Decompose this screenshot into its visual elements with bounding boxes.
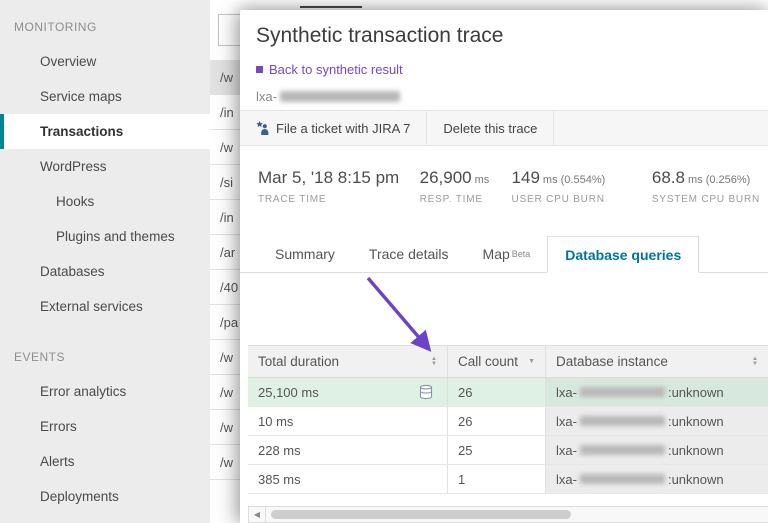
column-header-label: Total duration (258, 354, 339, 369)
stat-label: USER CPU BURN (512, 194, 652, 205)
stats-row: Mar 5, '18 8:15 pm TRACE TIME 26,900ms R… (258, 168, 760, 205)
column-header-label: Database instance (556, 354, 668, 369)
sidebar-item-databases[interactable]: Databases (0, 254, 210, 289)
sidebar-section-monitoring: MONITORING (0, 12, 210, 44)
page-title: Synthetic transaction trace (256, 24, 503, 48)
instance-suffix: :unknown (668, 443, 724, 458)
sidebar-item-plugins-and-themes[interactable]: Plugins and themes (0, 219, 210, 254)
sidebar: MONITORING Overview Service maps Transac… (0, 0, 210, 523)
delete-trace-label: Delete this trace (443, 121, 537, 136)
scrollbar-thumb[interactable] (271, 510, 571, 519)
redacted-text (580, 387, 665, 397)
sidebar-item-transactions[interactable]: Transactions (0, 114, 210, 149)
trace-name-prefix: lxa- (256, 89, 277, 104)
instance-prefix: lxa- (556, 385, 577, 400)
column-header-total-duration[interactable]: Total duration ▲▼ (248, 346, 447, 377)
cell-database-instance: lxa- :unknown (545, 378, 768, 406)
app-screen: /w /in /w /si /in /ar /40 /pa /w /w /w /… (0, 0, 768, 523)
cell-total-duration: 25,100 ms (248, 378, 447, 406)
back-link-label: Back to synthetic result (269, 62, 403, 77)
delete-trace-button[interactable]: Delete this trace (427, 111, 554, 145)
sidebar-item-error-analytics[interactable]: Error analytics (0, 374, 210, 409)
redacted-text (580, 416, 665, 426)
sidebar-section-events: EVENTS (0, 342, 210, 374)
column-header-database-instance[interactable]: Database instance ▲▼ (545, 346, 768, 377)
stat-suffix: ms (475, 174, 490, 186)
stat-trace-time: Mar 5, '18 8:15 pm TRACE TIME (258, 168, 420, 205)
sort-icon[interactable]: ▲▼ (752, 357, 758, 367)
back-link[interactable]: Back to synthetic result (256, 62, 403, 77)
stat-label: SYSTEM CPU BURN (652, 194, 760, 205)
stat-value: 149 (512, 168, 540, 187)
sidebar-item-service-maps[interactable]: Service maps (0, 79, 210, 114)
sidebar-item-overview[interactable]: Overview (0, 44, 210, 79)
sort-icon[interactable]: ▼ (528, 358, 535, 365)
cell-call-count: 1 (447, 465, 545, 493)
redacted-text (580, 445, 665, 455)
cell-total-duration: 228 ms (248, 436, 447, 464)
tabs: Summary Trace details Map Beta Database … (240, 236, 768, 273)
stat-value: Mar 5, '18 8:15 pm (258, 168, 399, 187)
column-header-label: Call count (458, 354, 518, 369)
table-header-row: Total duration ▲▼ Call count ▼ Database … (248, 346, 768, 378)
tab-database-queries[interactable]: Database queries (547, 236, 699, 273)
tab-trace-details[interactable]: Trace details (352, 236, 466, 272)
cell-call-count: 25 (447, 436, 545, 464)
redacted-text (280, 91, 400, 102)
table-row[interactable]: 228 ms 25 lxa- :unknown (248, 436, 768, 465)
stat-suffix: ms (0.256%) (688, 174, 750, 186)
action-bar: File a ticket with JIRA 7 Delete this tr… (240, 110, 768, 146)
sidebar-item-deployments[interactable]: Deployments (0, 479, 210, 514)
instance-prefix: lxa- (556, 443, 577, 458)
synthetic-trace-modal: Synthetic transaction trace Back to synt… (240, 10, 768, 523)
tab-map-beta-badge: Beta (512, 249, 531, 259)
back-icon (256, 66, 263, 73)
instance-suffix: :unknown (668, 385, 724, 400)
stat-resp-time: 26,900ms RESP. TIME (420, 168, 512, 205)
database-icon[interactable] (419, 384, 433, 400)
sort-icon[interactable]: ▲▼ (431, 357, 437, 367)
instance-prefix: lxa- (556, 472, 577, 487)
jira-icon (256, 121, 269, 135)
table-row[interactable]: 25,100 ms 26 lxa- :unknown (248, 378, 768, 407)
trace-name: lxa- (256, 89, 403, 104)
cell-database-instance: lxa- :unknown (545, 407, 768, 435)
table-row[interactable]: 385 ms 1 lxa- :unknown (248, 465, 768, 494)
cell-call-count: 26 (447, 378, 545, 406)
tab-map[interactable]: Map Beta (466, 236, 548, 272)
cell-total-duration: 385 ms (248, 465, 447, 493)
file-ticket-button[interactable]: File a ticket with JIRA 7 (240, 111, 427, 145)
database-queries-table: Total duration ▲▼ Call count ▼ Database … (248, 345, 768, 494)
cell-total-duration: 10 ms (248, 407, 447, 435)
sidebar-item-hooks[interactable]: Hooks (0, 184, 210, 219)
tab-map-label: Map (483, 246, 510, 262)
duration-value: 25,100 ms (258, 385, 319, 400)
cell-database-instance: lxa- :unknown (545, 436, 768, 464)
instance-prefix: lxa- (556, 414, 577, 429)
stat-value: 26,900 (420, 168, 472, 187)
stat-user-cpu-burn: 149ms (0.554%) USER CPU BURN (512, 168, 652, 205)
tab-summary[interactable]: Summary (258, 236, 352, 272)
file-ticket-label: File a ticket with JIRA 7 (276, 121, 410, 136)
column-header-call-count[interactable]: Call count ▼ (447, 346, 545, 377)
horizontal-scrollbar[interactable]: ◀ (248, 506, 768, 523)
redacted-text (580, 474, 665, 484)
instance-suffix: :unknown (668, 414, 724, 429)
sidebar-item-wordpress[interactable]: WordPress (0, 149, 210, 184)
sidebar-item-external-services[interactable]: External services (0, 289, 210, 324)
cell-call-count: 26 (447, 407, 545, 435)
stat-system-cpu-burn: 68.8ms (0.256%) SYSTEM CPU BURN (652, 168, 760, 205)
stat-suffix: ms (0.554%) (543, 174, 605, 186)
sidebar-item-alerts[interactable]: Alerts (0, 444, 210, 479)
scroll-left-arrow-icon[interactable]: ◀ (249, 507, 266, 522)
table-row[interactable]: 10 ms 26 lxa- :unknown (248, 407, 768, 436)
stat-label: TRACE TIME (258, 194, 420, 205)
stat-label: RESP. TIME (420, 194, 512, 205)
stat-value: 68.8 (652, 168, 685, 187)
instance-suffix: :unknown (668, 472, 724, 487)
cell-database-instance: lxa- :unknown (545, 465, 768, 493)
sidebar-item-errors[interactable]: Errors (0, 409, 210, 444)
